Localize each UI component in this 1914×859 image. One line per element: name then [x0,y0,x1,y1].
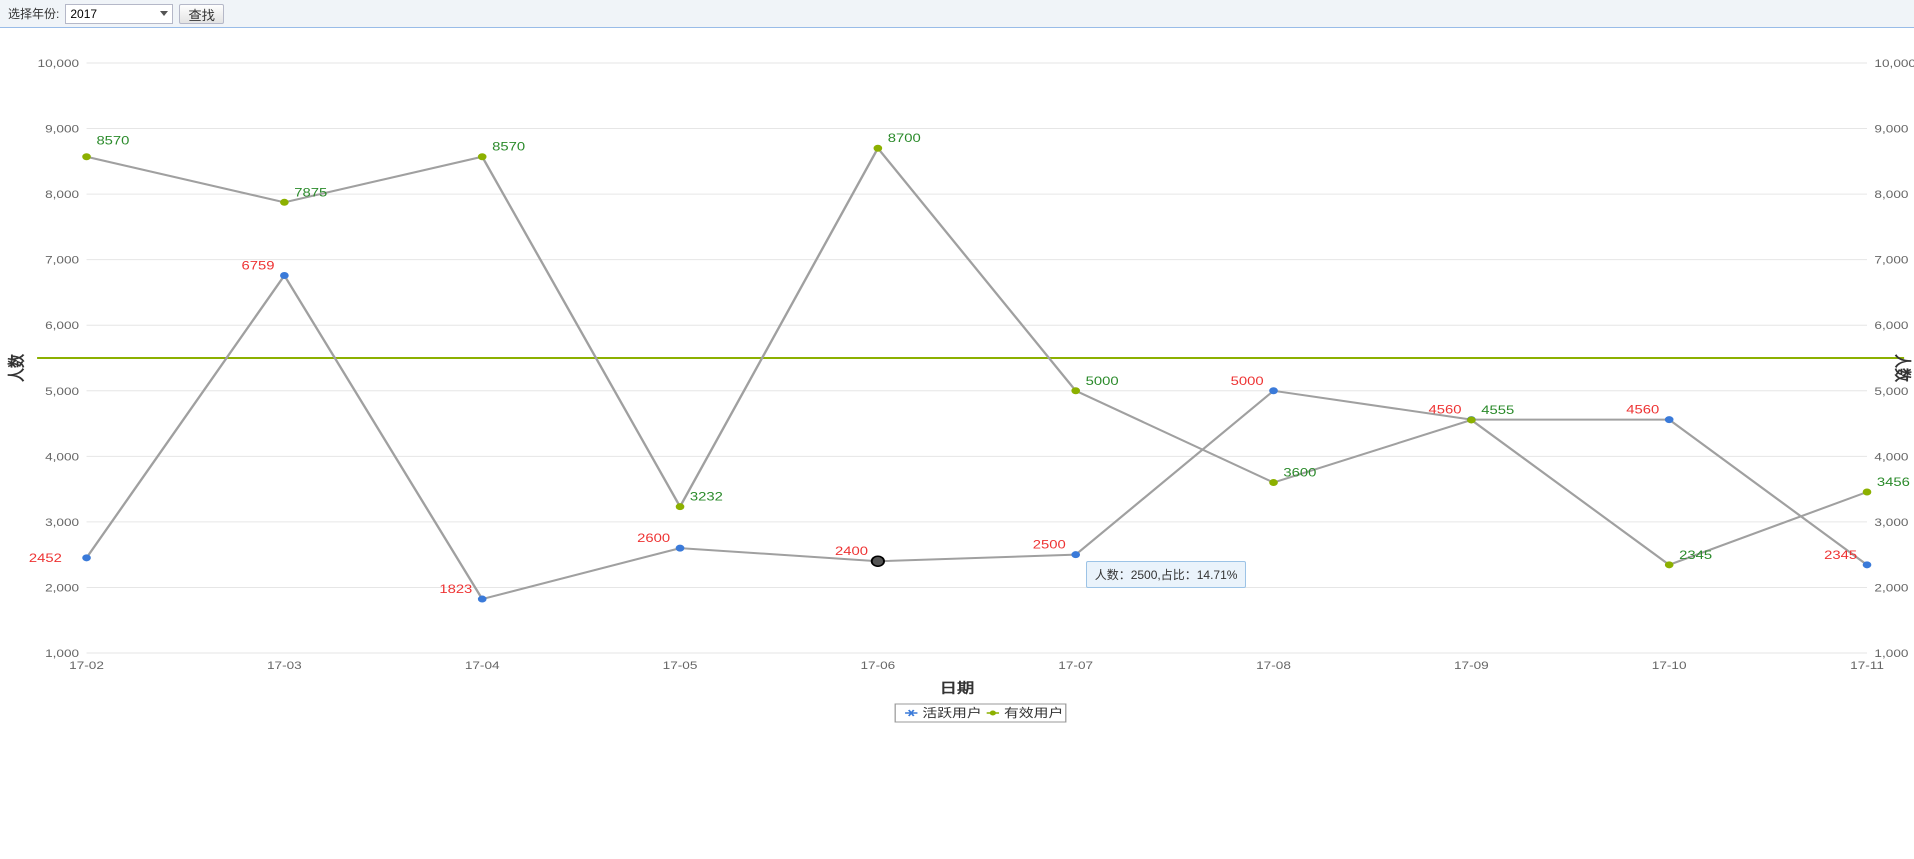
x-axis-title: 日期 [940,680,975,697]
data-label: 1823 [439,582,472,595]
valid-user-point[interactable] [83,154,90,160]
legend-label: 活跃用户 [922,705,981,719]
valid-user-point[interactable] [1863,489,1870,495]
data-label: 2345 [1824,548,1857,561]
svg-text:5,000: 5,000 [45,385,79,397]
data-label: 8570 [96,134,129,147]
data-label: 4560 [1626,403,1659,416]
y-axis-title-left: 人数 [6,354,27,382]
valid-user-point[interactable] [1468,417,1475,423]
active-user-point[interactable] [1270,388,1277,394]
svg-text:5,000: 5,000 [1874,385,1908,397]
data-label: 3232 [690,490,723,503]
active-user-point[interactable] [1665,417,1672,423]
active-user-point[interactable] [1863,562,1870,568]
svg-text:1,000: 1,000 [45,647,79,659]
svg-text:1,000: 1,000 [1874,647,1908,659]
svg-text:7,000: 7,000 [1874,254,1908,266]
data-label: 3600 [1283,466,1316,479]
svg-text:17-07: 17-07 [1058,659,1093,671]
svg-text:17-02: 17-02 [69,659,104,671]
toolbar: 选择年份: 2017 查找 [0,0,1914,28]
chart-area: 2452 6759 1823 2600 2400 2500 5000 4560 4560 2345… [0,28,1914,728]
year-value: 2017 [70,7,97,21]
svg-text:8,000: 8,000 [45,188,79,200]
svg-text:7,000: 7,000 [45,254,79,266]
svg-text:17-04: 17-04 [465,659,500,671]
svg-text:2,000: 2,000 [45,582,79,594]
valid-user-point[interactable] [1665,562,1672,568]
valid-user-point[interactable] [1270,480,1277,486]
data-label: 2500 [1033,538,1066,551]
chevron-down-icon [160,11,168,16]
data-label: 4560 [1428,403,1461,416]
valid-user-point[interactable] [479,154,486,160]
svg-text:17-08: 17-08 [1256,659,1291,671]
y-axis-title-right: 人数 [1892,354,1913,382]
valid-user-point[interactable] [1072,388,1079,394]
data-label: 4555 [1481,403,1514,416]
year-select[interactable]: 2017 [65,4,173,24]
data-label: 5000 [1086,374,1119,387]
svg-text:17-03: 17-03 [267,659,302,671]
svg-text:8,000: 8,000 [1874,188,1908,200]
tooltip: 人数：2500,占比：14.71% [1086,561,1247,588]
svg-text:17-06: 17-06 [860,659,895,671]
data-label: 7875 [294,186,327,199]
year-label: 选择年份: [8,5,59,22]
active-user-point[interactable] [83,555,90,561]
valid-user-point[interactable] [676,504,683,510]
svg-text:3,000: 3,000 [1874,516,1908,528]
svg-text:3,000: 3,000 [45,516,79,528]
svg-text:17-05: 17-05 [663,659,698,671]
active-user-point[interactable] [1072,552,1079,558]
valid-user-point[interactable] [874,145,881,151]
data-label: 2452 [29,551,62,564]
active-user-point[interactable] [872,556,884,566]
data-label: 5000 [1231,374,1264,387]
data-label: 2600 [637,531,670,544]
svg-text:10,000: 10,000 [38,57,80,69]
active-user-point[interactable] [676,545,683,551]
svg-text:4,000: 4,000 [1874,451,1908,463]
svg-text:9,000: 9,000 [45,123,79,135]
svg-text:4,000: 4,000 [45,451,79,463]
chart-svg: 2452 6759 1823 2600 2400 2500 5000 4560 4560 2345… [0,28,1914,728]
legend-label: 有效用户 [1004,705,1063,719]
tooltip-text: 人数：2500,占比：14.71% [1095,568,1238,582]
data-label: 8570 [492,140,525,153]
svg-text:17-10: 17-10 [1652,659,1687,671]
active-user-point[interactable] [479,596,486,602]
svg-text:9,000: 9,000 [1874,123,1908,135]
search-button[interactable]: 查找 [179,4,224,24]
svg-text:6,000: 6,000 [45,319,79,331]
svg-text:17-11: 17-11 [1850,659,1884,671]
data-label: 2345 [1679,548,1712,561]
data-label: 8700 [888,132,921,145]
data-label: 6759 [242,259,275,272]
legend: 活跃用户 有效用户 [895,704,1066,722]
data-label: 3456 [1877,475,1910,488]
data-label: 2400 [835,545,868,558]
svg-text:2,000: 2,000 [1874,582,1908,594]
active-user-point[interactable] [281,272,288,278]
valid-user-point[interactable] [281,199,288,205]
svg-text:10,000: 10,000 [1874,57,1914,69]
svg-text:6,000: 6,000 [1874,319,1908,331]
svg-text:17-09: 17-09 [1454,659,1489,671]
